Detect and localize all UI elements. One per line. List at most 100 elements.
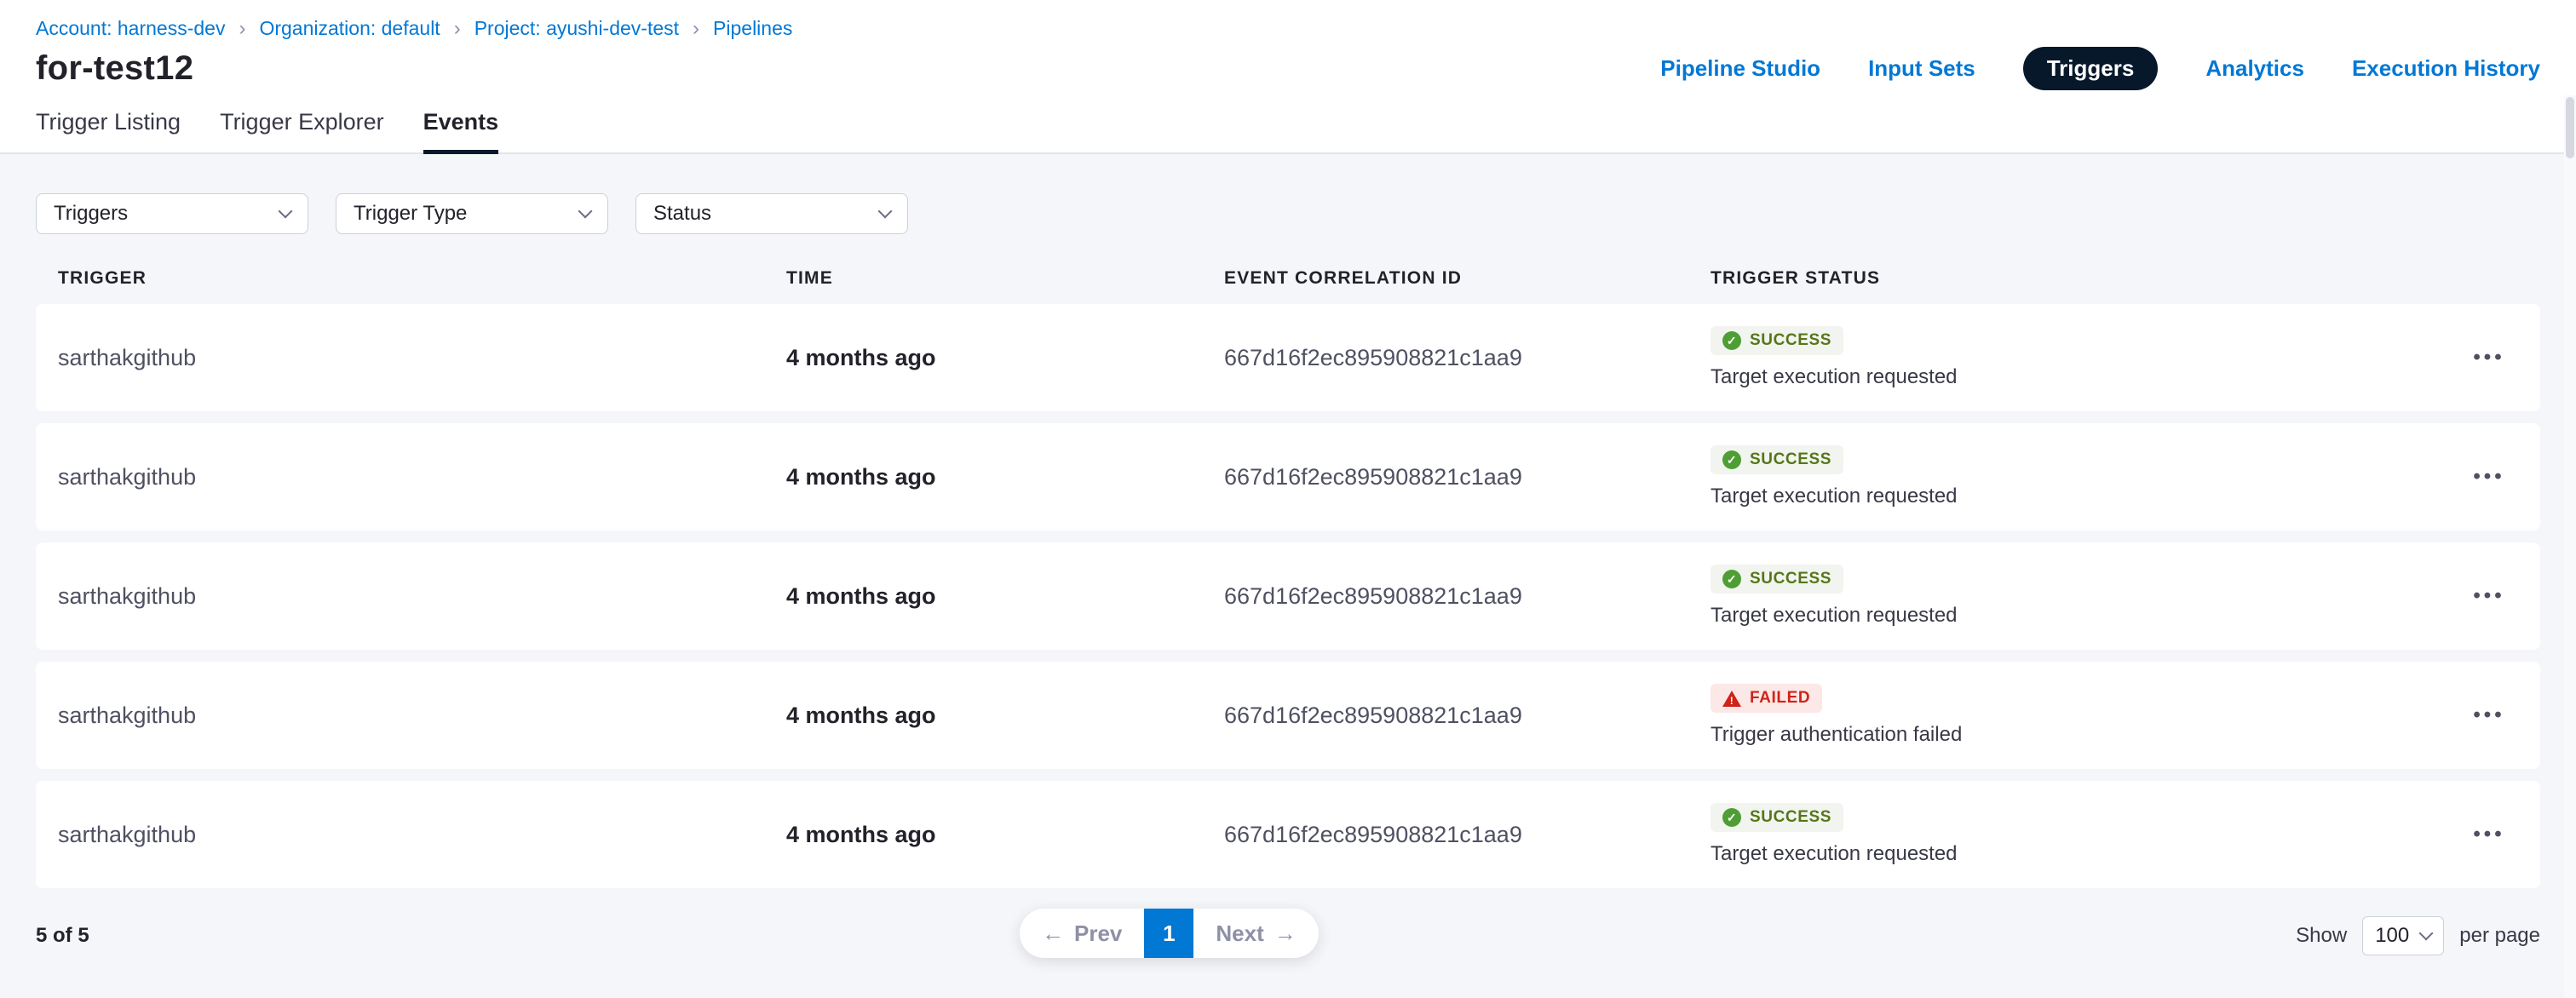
triggers-filter-dropdown[interactable]: Triggers bbox=[36, 193, 308, 234]
status-badge: ✓ SUCCESS bbox=[1711, 803, 1843, 832]
page-size-select[interactable]: 100 bbox=[2362, 916, 2444, 955]
event-correlation-id: 667d16f2ec895908821c1aa9 bbox=[1224, 345, 1711, 371]
status-badge: ✓ SUCCESS bbox=[1711, 326, 1843, 355]
breadcrumb-account[interactable]: Account: harness-dev bbox=[36, 17, 225, 40]
row-count: 5 of 5 bbox=[36, 924, 89, 948]
event-time: 4 months ago bbox=[786, 822, 1224, 848]
trigger-status-cell: ✓ SUCCESS Target execution requested bbox=[1711, 445, 2438, 508]
table-header: TRIGGER TIME EVENT CORRELATION ID TRIGGE… bbox=[36, 268, 2540, 304]
more-options-button[interactable]: ••• bbox=[2473, 703, 2504, 727]
status-badge: ✓ SUCCESS bbox=[1711, 565, 1843, 594]
trigger-status-cell: ✓ SUCCESS Target execution requested bbox=[1711, 803, 2438, 866]
event-time: 4 months ago bbox=[786, 703, 1224, 729]
trigger-type-filter-dropdown[interactable]: Trigger Type bbox=[336, 193, 608, 234]
trigger-name: sarthakgithub bbox=[58, 345, 786, 371]
event-correlation-id: 667d16f2ec895908821c1aa9 bbox=[1224, 703, 1711, 729]
trigger-name: sarthakgithub bbox=[58, 464, 786, 490]
status-label: SUCCESS bbox=[1750, 570, 1831, 588]
nav-analytics[interactable]: Analytics bbox=[2205, 55, 2304, 82]
column-header-time: TIME bbox=[786, 268, 1224, 289]
current-page-button[interactable]: 1 bbox=[1144, 909, 1193, 958]
status-label: SUCCESS bbox=[1750, 331, 1831, 350]
status-filter-label: Status bbox=[653, 202, 711, 226]
chevron-down-icon bbox=[578, 204, 593, 219]
status-badge: ✓ SUCCESS bbox=[1711, 445, 1843, 474]
event-row: sarthakgithub 4 months ago 667d16f2ec895… bbox=[36, 781, 2540, 888]
arrow-right-icon: → bbox=[1274, 921, 1297, 947]
trigger-status-cell: ✓ SUCCESS Target execution requested bbox=[1711, 565, 2438, 628]
status-label: FAILED bbox=[1750, 689, 1810, 708]
warning-triangle-icon: ! bbox=[1722, 691, 1741, 707]
chevron-right-icon: › bbox=[239, 19, 245, 39]
status-filter-dropdown[interactable]: Status bbox=[635, 193, 908, 234]
tab-events[interactable]: Events bbox=[423, 109, 499, 152]
breadcrumb: Account: harness-dev › Organization: def… bbox=[36, 17, 2540, 40]
nav-input-sets[interactable]: Input Sets bbox=[1868, 55, 1975, 82]
event-row: sarthakgithub 4 months ago 667d16f2ec895… bbox=[36, 423, 2540, 531]
more-options-button[interactable]: ••• bbox=[2473, 346, 2504, 370]
event-row: sarthakgithub 4 months ago 667d16f2ec895… bbox=[36, 542, 2540, 650]
triggers-events-page: Account: harness-dev › Organization: def… bbox=[0, 0, 2576, 998]
check-circle-icon: ✓ bbox=[1722, 450, 1741, 469]
more-options-button[interactable]: ••• bbox=[2473, 465, 2504, 489]
more-options-button[interactable]: ••• bbox=[2473, 584, 2504, 608]
tab-trigger-explorer[interactable]: Trigger Explorer bbox=[220, 109, 384, 152]
nav-pipeline-studio[interactable]: Pipeline Studio bbox=[1660, 55, 1820, 82]
status-detail: Target execution requested bbox=[1711, 604, 2438, 628]
column-header-trigger-status: TRIGGER STATUS bbox=[1711, 268, 2438, 289]
nav-execution-history[interactable]: Execution History bbox=[2352, 55, 2540, 82]
event-correlation-id: 667d16f2ec895908821c1aa9 bbox=[1224, 464, 1711, 490]
next-label: Next bbox=[1216, 921, 1263, 947]
show-label: Show bbox=[2296, 924, 2347, 948]
status-detail: Trigger authentication failed bbox=[1711, 723, 2438, 747]
triggers-filter-label: Triggers bbox=[54, 202, 128, 226]
scrollbar-thumb[interactable] bbox=[2566, 97, 2574, 158]
event-correlation-id: 667d16f2ec895908821c1aa9 bbox=[1224, 583, 1711, 610]
breadcrumb-pipelines[interactable]: Pipelines bbox=[713, 17, 792, 40]
breadcrumb-project[interactable]: Project: ayushi-dev-test bbox=[474, 17, 679, 40]
event-time: 4 months ago bbox=[786, 583, 1224, 610]
more-options-button[interactable]: ••• bbox=[2473, 823, 2504, 846]
next-page-button[interactable]: Next → bbox=[1193, 909, 1318, 958]
status-badge: ! FAILED bbox=[1711, 684, 1822, 713]
pipeline-nav: Pipeline Studio Input Sets Triggers Anal… bbox=[1660, 47, 2540, 90]
column-header-trigger: TRIGGER bbox=[58, 268, 786, 289]
events-content: Triggers Trigger Type Status TRIGGER TIM… bbox=[0, 154, 2576, 963]
chevron-right-icon: › bbox=[693, 19, 699, 39]
column-header-event-correlation-id: EVENT CORRELATION ID bbox=[1224, 268, 1711, 289]
pagination-footer: 5 of 5 ← Prev 1 Next → Show 100 per pa bbox=[36, 909, 2540, 963]
event-time: 4 months ago bbox=[786, 345, 1224, 371]
arrow-left-icon: ← bbox=[1042, 921, 1064, 947]
check-circle-icon: ✓ bbox=[1722, 808, 1741, 827]
prev-page-button[interactable]: ← Prev bbox=[1020, 909, 1144, 958]
trigger-name: sarthakgithub bbox=[58, 822, 786, 848]
page-title: for-test12 bbox=[36, 49, 193, 88]
status-detail: Target execution requested bbox=[1711, 485, 2438, 508]
event-time: 4 months ago bbox=[786, 464, 1224, 490]
chevron-down-icon bbox=[2419, 926, 2434, 941]
trigger-name: sarthakgithub bbox=[58, 583, 786, 610]
status-detail: Target execution requested bbox=[1711, 365, 2438, 389]
chevron-down-icon bbox=[878, 204, 893, 219]
chevron-down-icon bbox=[279, 204, 293, 219]
tab-bar: Trigger Listing Trigger Explorer Events bbox=[36, 109, 2540, 152]
per-page-label: per page bbox=[2459, 924, 2540, 948]
breadcrumb-organization[interactable]: Organization: default bbox=[259, 17, 440, 40]
trigger-name: sarthakgithub bbox=[58, 703, 786, 729]
check-circle-icon: ✓ bbox=[1722, 570, 1741, 588]
trigger-status-cell: ! FAILED Trigger authentication failed bbox=[1711, 684, 2438, 747]
event-correlation-id: 667d16f2ec895908821c1aa9 bbox=[1224, 822, 1711, 848]
page-size-control: Show 100 per page bbox=[2296, 916, 2540, 955]
status-label: SUCCESS bbox=[1750, 808, 1831, 827]
page-header: Account: harness-dev › Organization: def… bbox=[0, 0, 2576, 154]
status-detail: Target execution requested bbox=[1711, 842, 2438, 866]
status-label: SUCCESS bbox=[1750, 450, 1831, 469]
prev-label: Prev bbox=[1074, 921, 1122, 947]
chevron-right-icon: › bbox=[454, 19, 461, 39]
page-size-value: 100 bbox=[2375, 924, 2409, 948]
nav-triggers[interactable]: Triggers bbox=[2023, 47, 2159, 90]
tab-trigger-listing[interactable]: Trigger Listing bbox=[36, 109, 181, 152]
title-row: for-test12 Pipeline Studio Input Sets Tr… bbox=[36, 47, 2540, 90]
scrollbar[interactable] bbox=[2564, 95, 2576, 998]
trigger-status-cell: ✓ SUCCESS Target execution requested bbox=[1711, 326, 2438, 389]
